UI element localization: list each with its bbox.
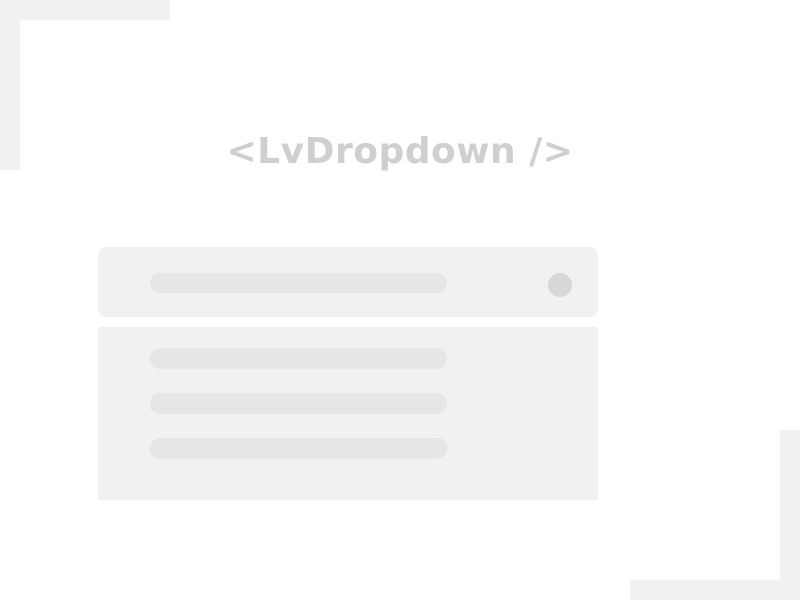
- dropdown-select-box[interactable]: [98, 247, 598, 317]
- component-preview: <LvDropdown />: [0, 0, 800, 600]
- corner-decoration-bottom-right-vertical: [780, 430, 800, 600]
- dropdown-options-panel: [98, 327, 598, 500]
- dropdown-option[interactable]: [150, 393, 447, 414]
- dropdown-selected-value-placeholder: [150, 273, 447, 293]
- corner-decoration-bottom-right-horizontal: [630, 580, 800, 600]
- dropdown-option[interactable]: [150, 348, 447, 369]
- corner-decoration-top-left-horizontal: [0, 0, 170, 20]
- dropdown-option[interactable]: [150, 438, 447, 459]
- dropdown-indicator-icon[interactable]: [548, 273, 572, 297]
- component-title: <LvDropdown />: [226, 131, 574, 172]
